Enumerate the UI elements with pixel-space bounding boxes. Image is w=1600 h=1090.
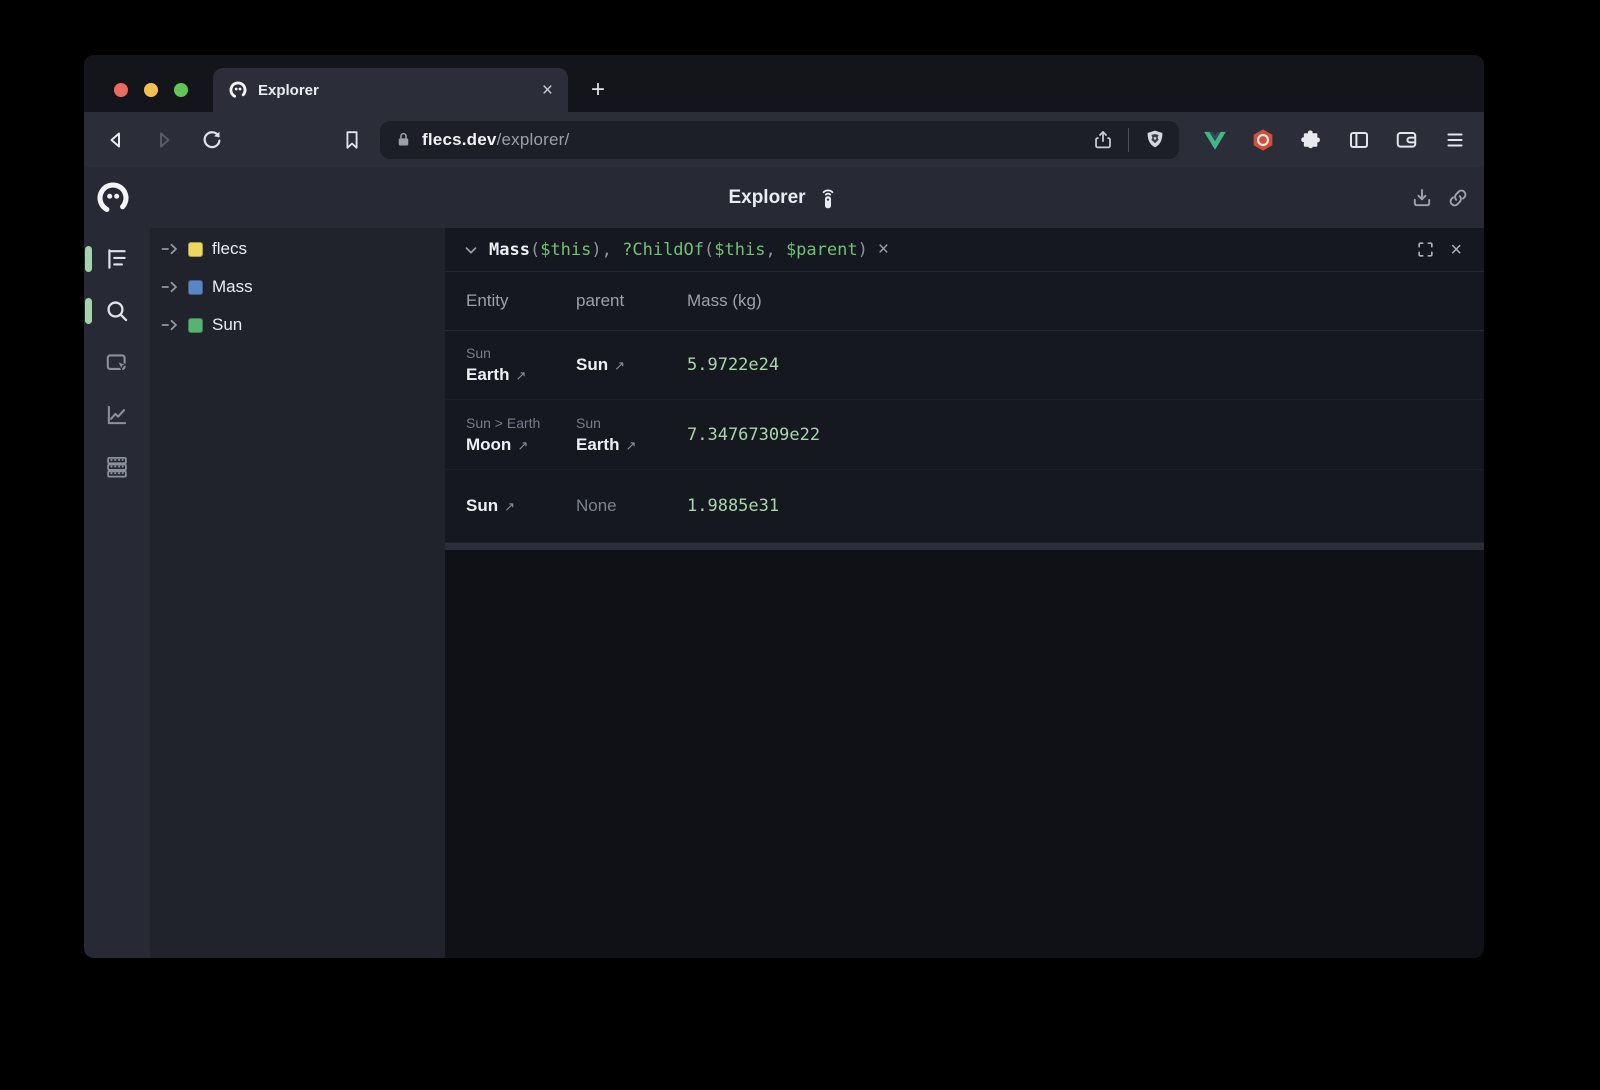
minimize-window-button[interactable] — [144, 83, 158, 97]
external-link-icon: ↗ — [504, 495, 515, 519]
sidebar-toggle-icon[interactable] — [1345, 126, 1372, 153]
stats-icon[interactable] — [103, 401, 131, 429]
app-header: Explorer — [84, 167, 1484, 228]
bookmark-icon[interactable] — [338, 126, 366, 154]
page-title: Explorer — [728, 187, 805, 209]
column-header-entity[interactable]: Entity — [445, 291, 576, 311]
expand-arrow-icon[interactable] — [160, 317, 180, 333]
external-link-icon: ↗ — [614, 354, 625, 378]
table-row[interactable]: Sun > Earth Moon↗ Sun Earth↗ 7.34767309e… — [445, 400, 1484, 470]
query-panel: Mass($this), ?ChildOf($this, $parent) × … — [445, 228, 1484, 550]
entity-path: Sun > Earth — [466, 413, 576, 433]
expand-arrow-icon[interactable] — [160, 241, 180, 257]
parent-path: Sun — [576, 413, 687, 433]
parent-none: None — [576, 496, 687, 516]
tree-item-mass[interactable]: Mass — [150, 272, 445, 302]
tab-bar: Explorer × + — [84, 55, 1484, 112]
fullscreen-icon[interactable] — [1416, 240, 1435, 259]
external-link-icon: ↗ — [625, 434, 636, 458]
window-controls — [84, 83, 188, 112]
entity-color-square — [188, 280, 203, 295]
close-panel-icon[interactable]: × — [1450, 240, 1462, 260]
extension-icons — [1201, 126, 1468, 153]
url-text: flecs.dev/explorer/ — [422, 130, 569, 150]
browser-window: Explorer × + flec — [84, 55, 1484, 958]
icon-sidebar — [84, 228, 150, 958]
search-icon[interactable] — [103, 297, 131, 325]
entity-path: Sun — [466, 343, 576, 363]
wallet-icon[interactable] — [1393, 126, 1420, 153]
address-bar[interactable]: flecs.dev/explorer/ — [380, 121, 1179, 159]
reload-button[interactable] — [198, 126, 226, 154]
empty-canvas — [445, 550, 1484, 958]
link-icon[interactable] — [1446, 186, 1470, 210]
close-window-button[interactable] — [114, 83, 128, 97]
main-content: Mass($this), ?ChildOf($this, $parent) × … — [445, 228, 1484, 958]
url-path: /explorer/ — [497, 130, 570, 149]
external-link-icon: ↗ — [515, 364, 526, 388]
tree-item-sun[interactable]: Sun — [150, 310, 445, 340]
brave-shield-icon[interactable] — [1143, 128, 1167, 152]
tree-icon[interactable] — [103, 245, 131, 273]
menu-icon[interactable] — [1441, 126, 1468, 153]
entity-color-square — [188, 242, 203, 257]
query-expression[interactable]: Mass($this), ?ChildOf($this, $parent) — [489, 240, 868, 260]
memory-icon[interactable] — [103, 453, 131, 481]
maximize-window-button[interactable] — [174, 83, 188, 97]
download-icon[interactable] — [1410, 186, 1434, 210]
column-header-parent[interactable]: parent — [576, 291, 687, 311]
inspector-icon[interactable] — [103, 349, 131, 377]
column-header-mass[interactable]: Mass (kg) — [687, 291, 1484, 311]
lock-icon — [394, 130, 413, 149]
entity-link[interactable]: Sun↗ — [466, 494, 576, 518]
tab-explorer[interactable]: Explorer × — [213, 68, 568, 112]
tab-title: Explorer — [258, 82, 319, 99]
tree-item-label: Mass — [212, 277, 253, 297]
mass-value: 7.34767309e22 — [687, 425, 820, 445]
mass-value: 1.9885e31 — [687, 496, 779, 516]
tree-item-label: flecs — [212, 239, 247, 259]
table-row[interactable]: Sun↗ None 1.9885e31 — [445, 470, 1484, 543]
entity-link[interactable]: Moon↗ — [466, 433, 576, 457]
mass-value: 5.9722e24 — [687, 355, 779, 375]
share-icon[interactable] — [1092, 129, 1114, 151]
expand-arrow-icon[interactable] — [160, 279, 180, 295]
flecs-logo-icon — [94, 179, 132, 217]
query-header: Mass($this), ?ChildOf($this, $parent) × … — [445, 228, 1484, 272]
forward-button[interactable] — [150, 126, 178, 154]
active-indicator — [85, 246, 92, 272]
table-row[interactable]: Sun Earth↗ Sun↗ 5.9722e24 — [445, 331, 1484, 400]
entity-color-square — [188, 318, 203, 333]
hexagon-extension-icon[interactable] — [1249, 126, 1276, 153]
external-link-icon: ↗ — [517, 434, 528, 458]
parent-link[interactable]: Sun↗ — [576, 353, 687, 377]
chevron-down-icon[interactable] — [462, 241, 480, 259]
horizontal-scrollbar[interactable] — [445, 543, 1484, 550]
clear-query-icon[interactable]: × — [878, 240, 889, 259]
entity-tree-panel: flecs Mass Sun — [150, 228, 445, 958]
back-button[interactable] — [102, 126, 130, 154]
entity-link[interactable]: Earth↗ — [466, 363, 576, 387]
browser-toolbar: flecs.dev/explorer/ — [84, 112, 1484, 167]
new-tab-button[interactable]: + — [584, 76, 612, 104]
tree-item-label: Sun — [212, 315, 242, 335]
tree-item-flecs[interactable]: flecs — [150, 234, 445, 264]
vue-devtools-icon[interactable] — [1201, 126, 1228, 153]
table-header-row: Entity parent Mass (kg) — [445, 272, 1484, 331]
tab-close-icon[interactable]: × — [542, 81, 553, 100]
toolbar-divider — [1128, 128, 1129, 152]
parent-link[interactable]: Earth↗ — [576, 433, 687, 457]
active-indicator — [85, 298, 92, 324]
extensions-puzzle-icon[interactable] — [1297, 126, 1324, 153]
flecs-favicon-icon — [228, 80, 248, 100]
url-domain: flecs.dev — [422, 130, 497, 149]
connection-remote-icon — [816, 185, 840, 211]
